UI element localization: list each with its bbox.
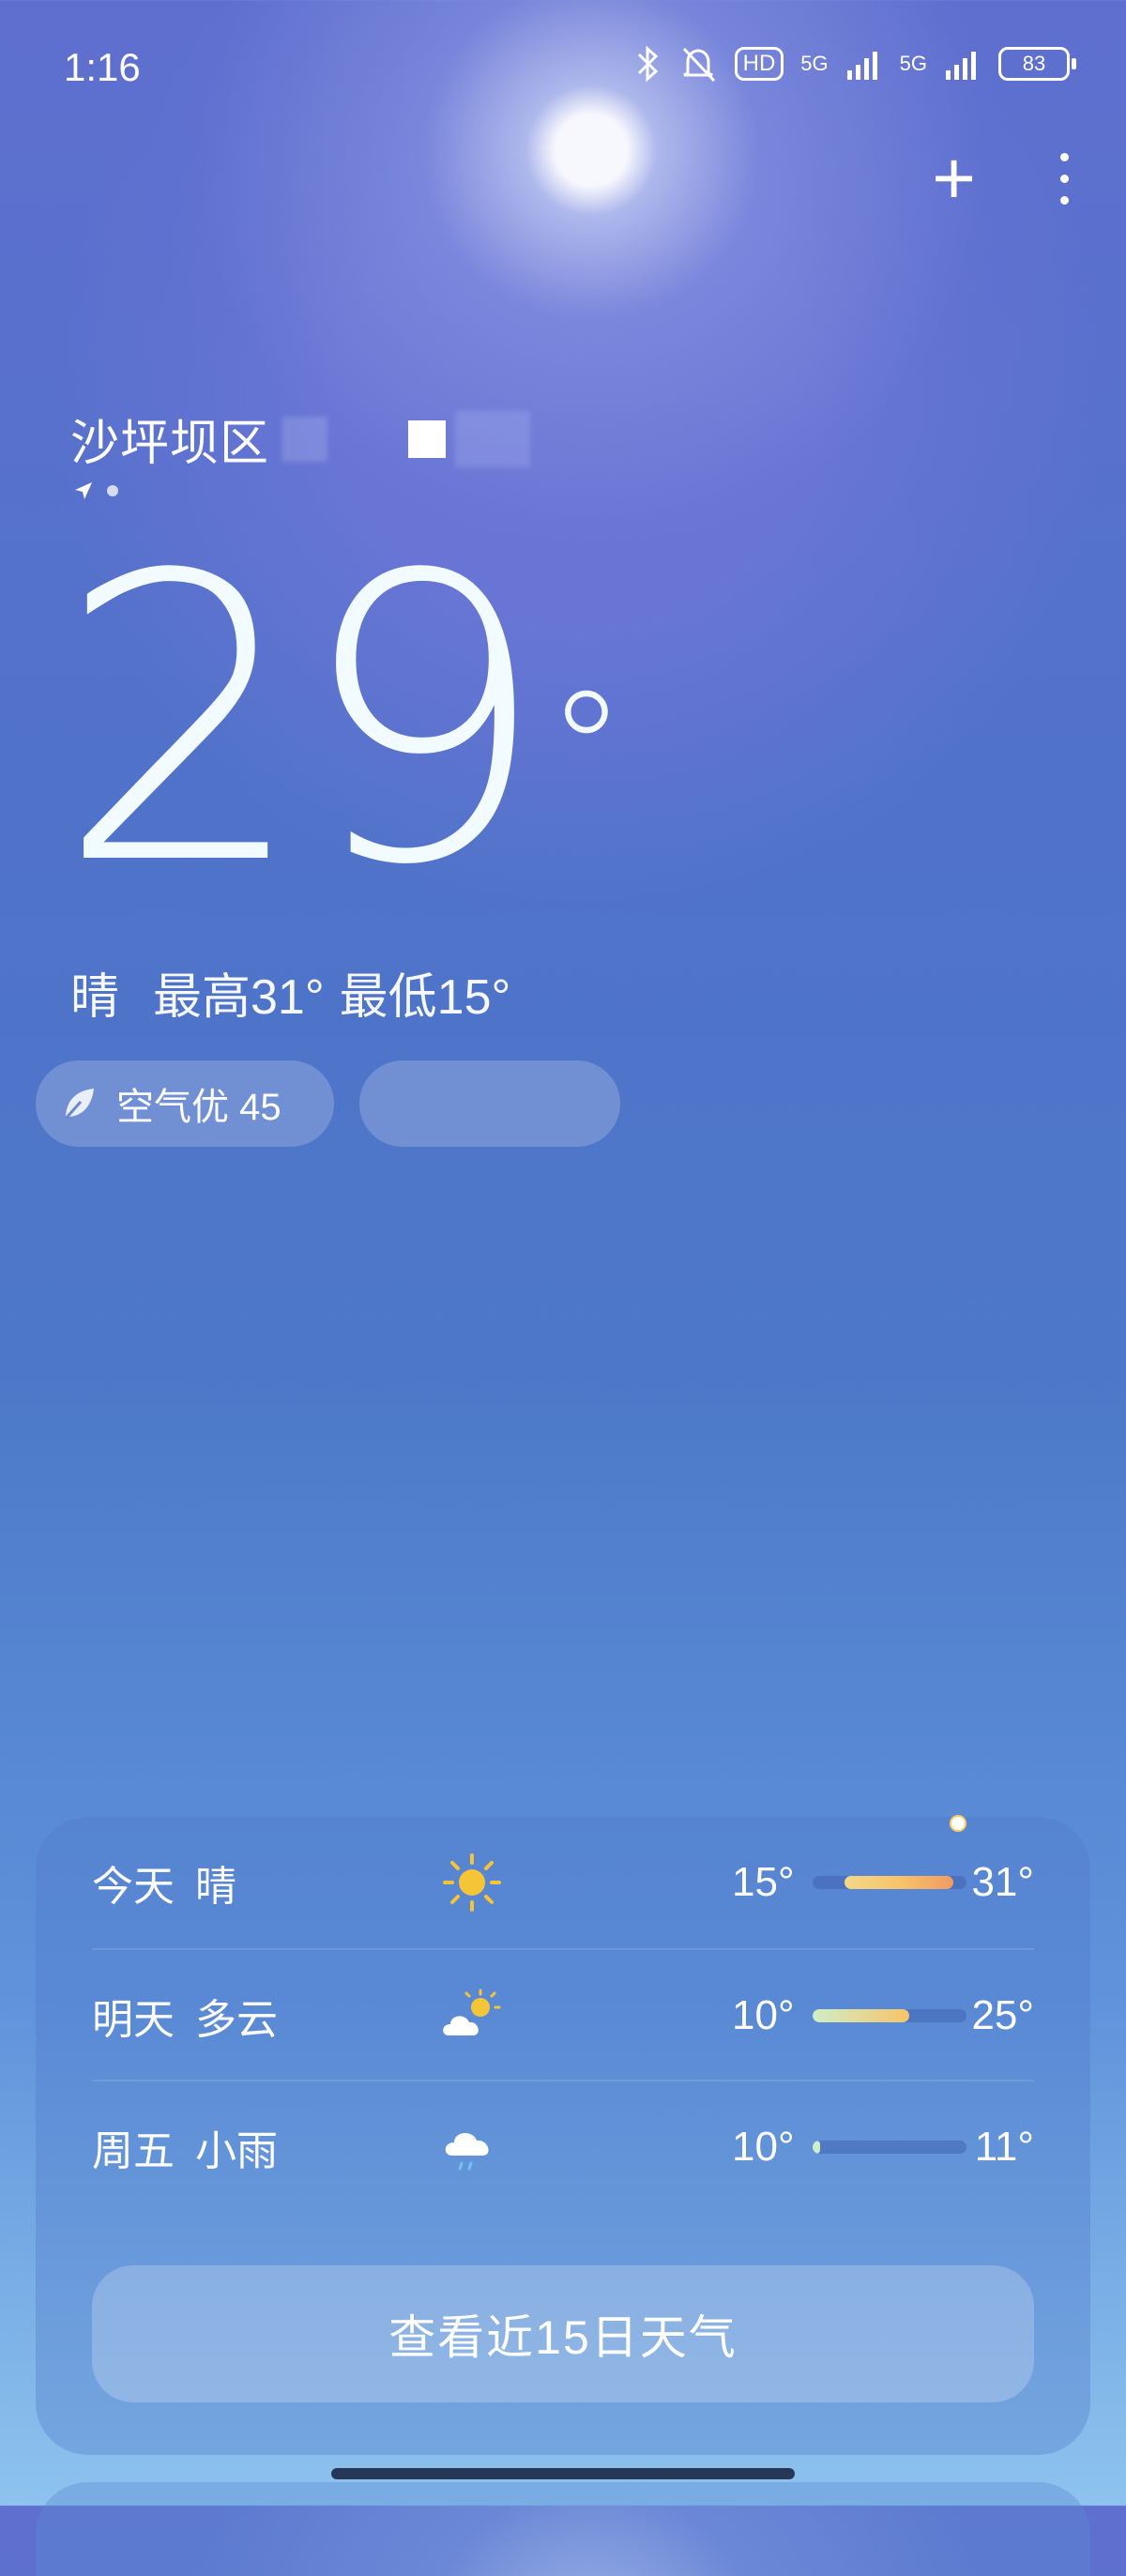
forecast-condition: 晴: [195, 1864, 236, 1910]
temp-range-fill: [813, 2009, 909, 2022]
forecast-low: 10°: [732, 1992, 795, 2038]
temp-range-bar: [813, 2009, 966, 2022]
next-card: [36, 2482, 1090, 2576]
info-chip[interactable]: [359, 1060, 620, 1147]
district-name: 沙坪坝区: [70, 417, 270, 471]
forecast-day: 明天: [92, 1997, 175, 2043]
top-actions: +: [932, 141, 1070, 216]
temp-range-bar: [813, 1876, 966, 1889]
forecast-condition: 小雨: [195, 2128, 278, 2174]
forecast-row[interactable]: 周五 小雨 10° 11°: [92, 2080, 1034, 2213]
degree-symbol: °: [546, 658, 626, 844]
add-city-button[interactable]: +: [932, 141, 976, 216]
current-temp-marker: [950, 1815, 966, 1832]
forecast-condition: 多云: [195, 1997, 278, 2043]
more-dot: [1060, 195, 1069, 205]
redacted-location: [282, 416, 328, 462]
battery-level: 83: [1022, 52, 1046, 75]
air-quality-chip[interactable]: 空气优 45: [36, 1060, 334, 1147]
forecast-low: 15°: [732, 1859, 795, 1905]
forecast-high: 25°: [971, 1992, 1034, 2038]
battery-icon: 83: [998, 47, 1076, 81]
status-time: 1:16: [64, 45, 141, 89]
current-temperature: 29°: [56, 526, 626, 920]
more-menu-button[interactable]: [1060, 152, 1070, 205]
partly-cloudy-icon: [443, 1989, 501, 2035]
network-5g-1: 5G: [800, 52, 829, 75]
bell-off-icon: [682, 47, 715, 83]
temp-value: 29: [56, 493, 548, 952]
signal-icon: [846, 52, 877, 80]
high-temp: 最高31°: [153, 970, 325, 1025]
home-indicator[interactable]: [331, 2468, 795, 2479]
forecast-card: 今天 晴 15° 31° 明天 多云 10° 25° 周五 小雨 10° 11°…: [36, 1815, 1090, 2455]
temp-range-bar: [813, 2141, 966, 2154]
forecast-low: 10°: [732, 2124, 795, 2170]
forecast-row[interactable]: 今天 晴 15° 31°: [92, 1815, 1034, 1948]
sun-icon: [443, 1853, 501, 1912]
signal-icon: [946, 52, 976, 80]
forecast-high: 11°: [974, 2124, 1034, 2170]
view-15-day-button[interactable]: 查看近15日天气: [92, 2265, 1034, 2402]
low-temp: 最低15°: [339, 970, 511, 1025]
redacted-location: [455, 410, 531, 467]
forecast-day: 今天: [92, 1864, 175, 1910]
bluetooth-icon: [637, 45, 658, 83]
temp-range-fill: [813, 2141, 820, 2154]
network-5g-2: 5G: [899, 52, 927, 75]
weather-summary: 晴 最高31° 最低15°: [70, 957, 510, 1028]
status-bar: 1:16 HD 5G 5G 83: [64, 38, 1076, 94]
leaf-icon: [64, 1089, 94, 1120]
forecast-day: 周五: [92, 2128, 175, 2174]
hd-badge: HD: [734, 47, 784, 81]
temp-range-fill: [844, 1876, 953, 1889]
city-header[interactable]: 沙坪坝区: [70, 404, 531, 474]
forecast-row[interactable]: 明天 多云 10° 25°: [92, 1948, 1034, 2081]
aqi-label: 空气优 45: [116, 1087, 282, 1128]
light-rain-icon: [445, 2132, 489, 2171]
condition-text: 晴: [70, 970, 120, 1025]
redacted-location: [408, 419, 447, 458]
more-dot: [1060, 152, 1069, 161]
forecast-high: 31°: [971, 1859, 1034, 1905]
status-icons: HD 5G 5G 83: [635, 43, 1076, 84]
more-dot: [1060, 174, 1069, 183]
